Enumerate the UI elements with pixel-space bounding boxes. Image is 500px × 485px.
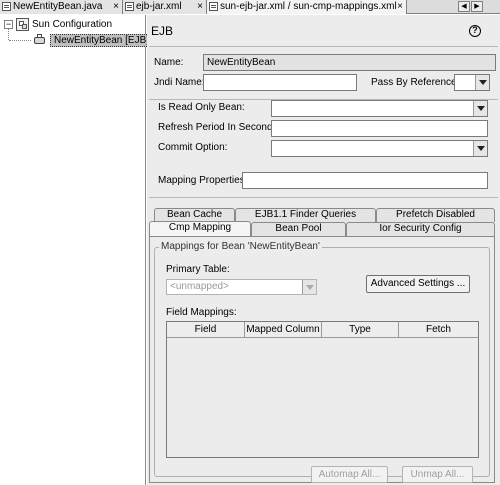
tab-label: ejb-jar.xml xyxy=(136,1,182,12)
tab-cmp-mapping[interactable]: Cmp Mapping xyxy=(149,221,251,236)
primary-table-label: Primary Table: xyxy=(166,264,230,275)
tab-ejb11-finder-queries[interactable]: EJB1.1 Finder Queries xyxy=(235,208,376,222)
primary-table-select: <unmapped> xyxy=(166,279,317,295)
field-mappings-table: Field Mapped Column Type Fetch xyxy=(166,321,479,458)
xml-file-icon xyxy=(125,2,134,11)
read-only-bean-select[interactable] xyxy=(271,100,488,117)
panel-title: EJB xyxy=(151,24,174,38)
refresh-period-field[interactable] xyxy=(271,120,488,137)
scroll-tabs-left-button[interactable]: ◀ xyxy=(458,1,470,12)
tab-newentitybean-java[interactable]: NewEntityBean.java × xyxy=(0,0,123,14)
mapping-properties-field[interactable] xyxy=(242,172,488,189)
tab-bean-cache[interactable]: Bean Cache xyxy=(154,208,235,222)
chevron-down-icon xyxy=(302,280,316,294)
configuration-icon xyxy=(16,18,29,31)
editor-tab-bar: NewEntityBean.java × ejb-jar.xml × sun-e… xyxy=(0,0,500,14)
tab-label: sun-ejb-jar.xml / sun-cmp-mappings.xml xyxy=(220,1,397,12)
tab-sun-ejb-jar-xml[interactable]: sun-ejb-jar.xml / sun-cmp-mappings.xml × xyxy=(207,0,407,14)
unmap-all-button[interactable]: Unmap All... xyxy=(402,466,473,483)
pass-by-reference-label: Pass By Reference: xyxy=(371,77,460,88)
divider xyxy=(149,46,498,47)
tab-ior-security-config[interactable]: Ior Security Config xyxy=(346,222,495,236)
tab-ejb-jar-xml[interactable]: ejb-jar.xml × xyxy=(123,0,207,14)
tree-item-newentitybean[interactable]: NewEntityBean [EJB] xyxy=(50,34,154,47)
mapping-properties-label: Mapping Properties: xyxy=(158,175,248,186)
divider xyxy=(149,197,498,198)
commit-option-select[interactable] xyxy=(271,140,488,157)
jndi-name-field[interactable] xyxy=(203,74,357,91)
close-icon[interactable]: × xyxy=(197,0,203,13)
tab-label: NewEntityBean.java xyxy=(13,1,103,12)
field-mappings-label: Field Mappings: xyxy=(166,307,237,318)
advanced-settings-button[interactable]: Advanced Settings ... xyxy=(366,275,470,293)
read-only-bean-label: Is Read Only Bean: xyxy=(158,102,245,113)
commit-option-label: Commit Option: xyxy=(158,142,228,153)
pass-by-reference-select[interactable] xyxy=(454,74,490,91)
cmp-mapping-tab-content: Mappings for Bean 'NewEntityBean' Primar… xyxy=(149,236,495,483)
chevron-down-icon xyxy=(473,141,487,156)
collapse-expander-icon[interactable]: − xyxy=(4,20,13,29)
chevron-down-icon xyxy=(473,101,487,116)
jndi-name-label: Jndi Name: xyxy=(154,77,205,88)
chevron-down-icon xyxy=(475,75,489,90)
mappings-group-title: Mappings for Bean 'NewEntityBean' xyxy=(159,241,322,253)
close-icon[interactable]: × xyxy=(397,0,403,13)
xml-file-icon xyxy=(209,2,218,11)
refresh-period-label: Refresh Period In Seconds: xyxy=(158,122,281,133)
name-label: Name: xyxy=(154,57,184,68)
close-icon[interactable]: × xyxy=(113,0,119,13)
automap-all-button[interactable]: Automap All... xyxy=(311,466,388,483)
configuration-tree: − Sun Configuration NewEntityBean [EJB] xyxy=(0,15,154,485)
tab-prefetch-disabled[interactable]: Prefetch Disabled xyxy=(376,208,495,222)
column-header-fetch[interactable]: Fetch xyxy=(399,322,478,338)
tree-root-label[interactable]: Sun Configuration xyxy=(32,19,112,31)
help-icon[interactable]: ? xyxy=(469,25,481,37)
bean-icon xyxy=(33,34,46,47)
java-file-icon xyxy=(2,2,11,11)
primary-table-value: <unmapped> xyxy=(170,281,229,292)
column-header-mapped-column[interactable]: Mapped Column xyxy=(245,322,322,338)
scroll-tabs-right-button[interactable]: ▶ xyxy=(471,1,483,12)
column-header-field[interactable]: Field xyxy=(167,322,245,338)
column-header-type[interactable]: Type xyxy=(322,322,399,338)
name-field: NewEntityBean xyxy=(203,54,496,71)
tab-bean-pool[interactable]: Bean Pool xyxy=(251,222,346,236)
ejb-properties-panel: EJB ? Name: NewEntityBean Jndi Name: Pas… xyxy=(147,15,500,485)
